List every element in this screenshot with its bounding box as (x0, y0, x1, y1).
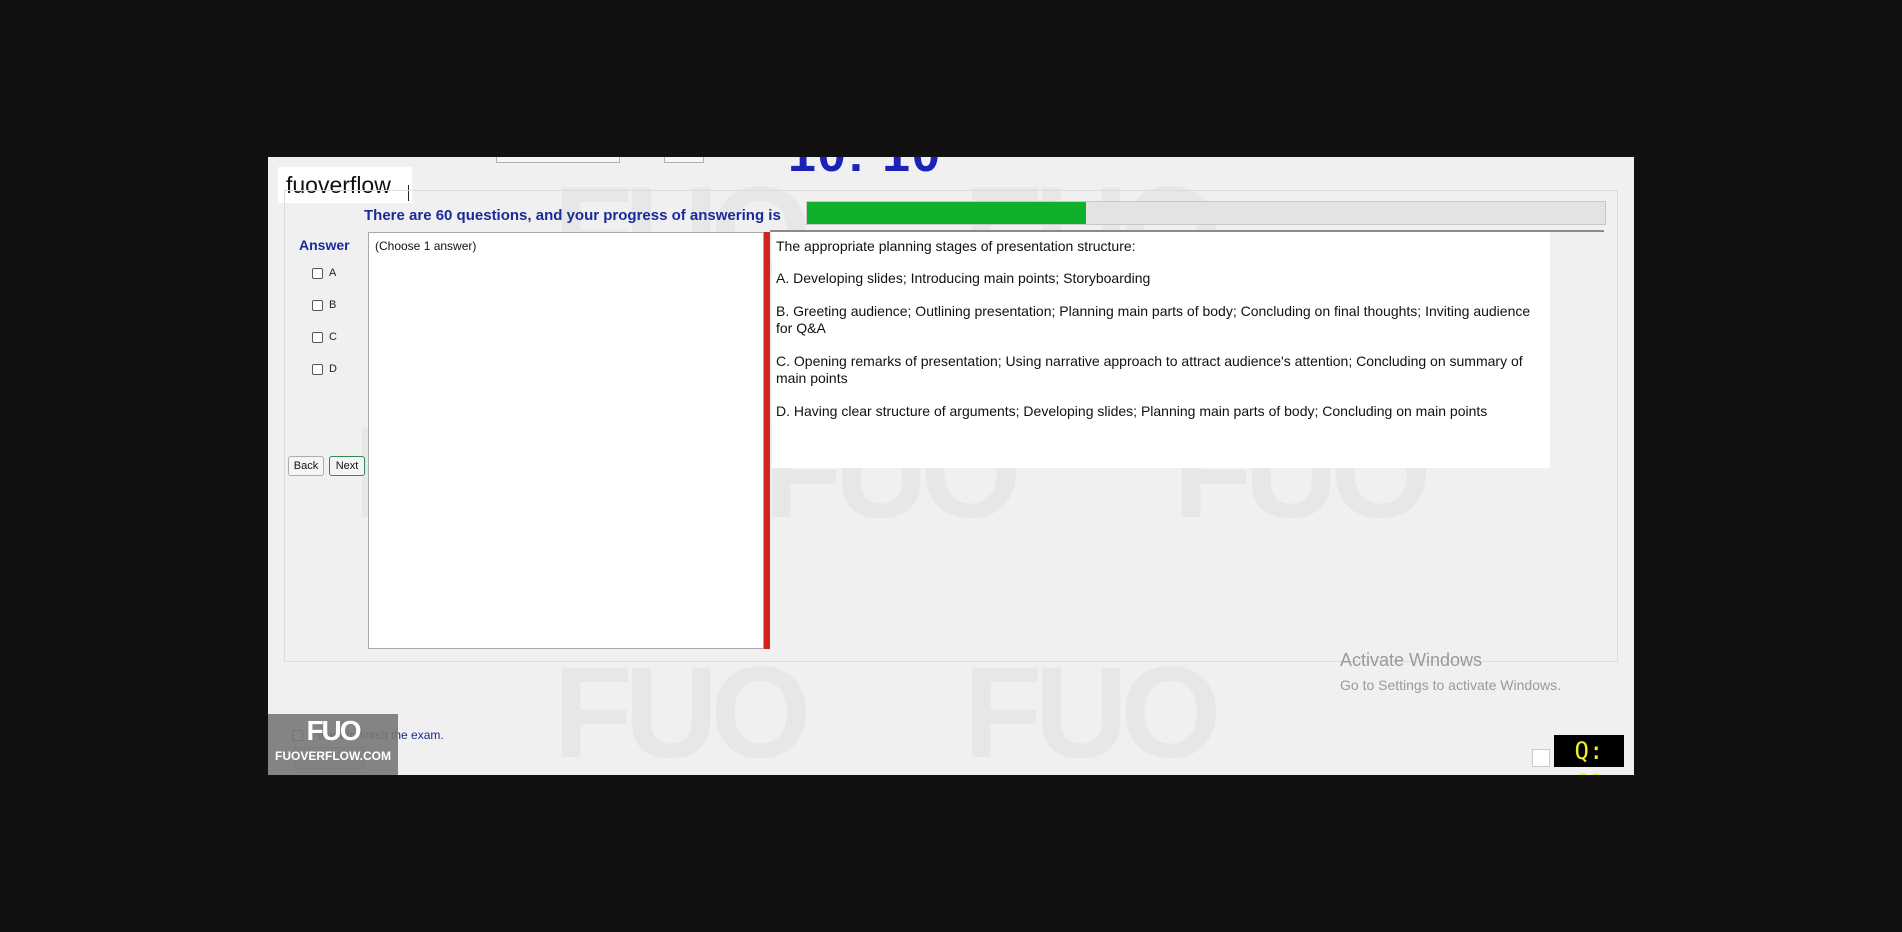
answer-panel: (Choose 1 answer) (368, 232, 764, 649)
option-d-checkbox[interactable] (312, 363, 323, 375)
question-stem: The appropriate planning stages of prese… (776, 238, 1136, 254)
option-c-label: C (329, 331, 337, 343)
choice-c-text: C. Opening remarks of presentation; Usin… (776, 353, 1523, 386)
top-field (664, 157, 704, 163)
top-field (496, 157, 620, 163)
activate-windows-notice: Activate Windows Go to Settings to activ… (1340, 650, 1561, 693)
option-c-checkbox[interactable] (312, 331, 323, 343)
option-a-label: A (329, 267, 337, 279)
option-c[interactable]: C (312, 331, 337, 343)
counter-box (1532, 749, 1550, 767)
choice-b-text: B. Greeting audience; Outlining presenta… (776, 303, 1531, 336)
question-panel: The appropriate planning stages of prese… (772, 232, 1550, 468)
exam-window: FUO FUO FUO FUO FUO FUO FUO 10: 10 fuove… (268, 157, 1634, 775)
choice-a-text: A. Developing slides; Introducing main p… (776, 270, 1151, 286)
option-b[interactable]: B (312, 299, 336, 311)
fuoverflow-logo: FUO FUOVERFLOW.COM (268, 714, 398, 775)
activate-subtitle: Go to Settings to activate Windows. (1340, 677, 1561, 693)
logo-url: FUOVERFLOW.COM (275, 749, 391, 763)
logo-mark: FUO (306, 715, 361, 746)
option-a-checkbox[interactable] (312, 267, 323, 279)
watermark-mark: FUO (963, 647, 1213, 775)
option-d[interactable]: D (312, 363, 337, 375)
choose-hint: (Choose 1 answer) (375, 239, 477, 253)
exam-timer: 10: 10 (788, 157, 942, 183)
activate-title: Activate Windows (1340, 650, 1483, 670)
watermark-mark: FUO (553, 647, 803, 775)
option-b-checkbox[interactable] (312, 299, 323, 311)
choice-d-text: D. Having clear structure of arguments; … (776, 403, 1488, 419)
answer-heading: Answer (299, 237, 350, 253)
next-button[interactable]: Next (329, 456, 365, 476)
option-d-label: D (329, 363, 337, 375)
back-button[interactable]: Back (288, 456, 324, 476)
question-count: Q: 60 (1554, 735, 1624, 775)
option-b-label: B (329, 299, 337, 311)
option-a[interactable]: A (312, 267, 336, 279)
